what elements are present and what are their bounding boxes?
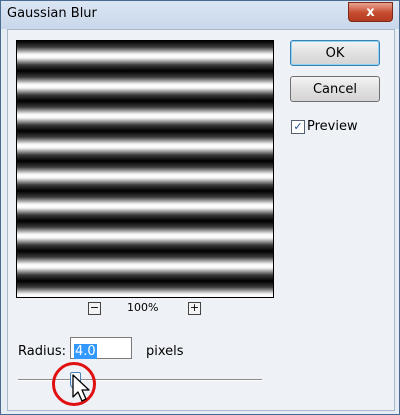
radius-input[interactable]: 4.0 [70, 337, 132, 359]
zoom-out-button[interactable]: − [88, 302, 101, 315]
radius-label: Radius: [18, 344, 66, 359]
blur-preview-image[interactable] [16, 40, 274, 298]
minus-icon: − [89, 301, 100, 314]
radius-value: 4.0 [74, 344, 97, 359]
preview-checkbox[interactable]: ✓ [291, 120, 305, 134]
close-button[interactable]: x [348, 2, 393, 22]
zoom-level: 100% [127, 301, 159, 314]
checkmark-icon: ✓ [293, 120, 303, 133]
ok-button[interactable]: OK [290, 40, 380, 66]
zoom-in-button[interactable]: + [188, 302, 201, 315]
plus-icon: + [189, 301, 200, 314]
gaussian-blur-dialog: Gaussian Blur x − 100% + OK Cancel ✓ Pre… [0, 0, 400, 415]
title-bar[interactable]: Gaussian Blur x [1, 1, 399, 29]
close-icon: x [366, 4, 375, 20]
dialog-title: Gaussian Blur [7, 6, 97, 21]
cancel-button[interactable]: Cancel [290, 76, 380, 102]
pointer-cursor-icon [72, 374, 90, 402]
preview-label: Preview [307, 119, 358, 134]
unit-label: pixels [146, 344, 184, 359]
dialog-body: − 100% + OK Cancel ✓ Preview Radius: 4.0… [7, 29, 395, 411]
